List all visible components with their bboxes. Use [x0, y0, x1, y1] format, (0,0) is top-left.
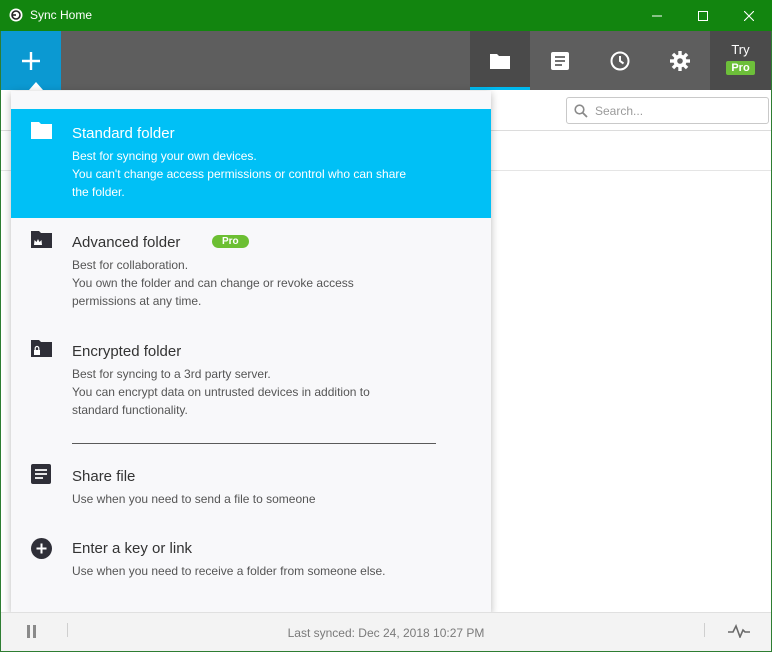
description-line: the folder. — [72, 185, 125, 199]
title-bar: Sync Home — [0, 0, 772, 31]
try-pro-button[interactable]: Try Pro — [710, 31, 771, 90]
tab-folders[interactable] — [470, 31, 530, 90]
menu-item-share-file[interactable]: Share file Use when you need to send a f… — [11, 453, 491, 525]
menu-item-title: Standard folder — [72, 125, 175, 142]
add-menu: Standard folder Best for syncing your ow… — [11, 91, 491, 613]
clock-icon — [610, 51, 630, 70]
description-line: Best for collaboration. — [72, 258, 189, 272]
menu-item-title: Enter a key or link — [72, 540, 193, 557]
status-bar: Last synced: Dec 24, 2018 10:27 PM — [1, 612, 771, 651]
document-icon — [31, 464, 51, 484]
description-line: You own the folder and can change or rev… — [72, 276, 354, 290]
gear-icon — [670, 50, 690, 71]
plus-circle-icon — [31, 538, 52, 559]
menu-item-description: Best for syncing your own devices. You c… — [72, 147, 472, 201]
menu-separator — [72, 443, 436, 444]
last-synced-text: Last synced: Dec 24, 2018 10:27 PM — [287, 626, 485, 640]
tab-settings[interactable] — [650, 31, 710, 90]
menu-caret — [29, 82, 43, 90]
menu-item-title: Advanced folder — [72, 234, 181, 251]
document-list-icon — [551, 51, 569, 70]
menu-item-description: Best for collaboration. You own the fold… — [72, 256, 472, 310]
description-line: Best for syncing to a 3rd party server. — [72, 367, 271, 381]
search-input[interactable] — [595, 102, 765, 120]
minimize-icon — [652, 15, 662, 16]
menu-item-description: Use when you need to send a file to some… — [72, 490, 472, 508]
activity-pulse-icon[interactable] — [728, 624, 750, 638]
plus-icon — [22, 51, 40, 70]
menu-item-title: Encrypted folder — [72, 343, 182, 360]
folder-icon — [31, 122, 52, 139]
maximize-icon — [698, 10, 708, 21]
menu-item-enter-key[interactable]: Enter a key or link Use when you need to… — [11, 527, 491, 599]
description-line: Use when you need to send a file to some… — [72, 492, 316, 506]
menu-item-standard-folder[interactable]: Standard folder Best for syncing your ow… — [11, 109, 491, 218]
menu-item-encrypted-folder[interactable]: Encrypted folder Best for syncing to a 3… — [11, 327, 491, 436]
description-line: Use when you need to receive a folder fr… — [72, 564, 386, 578]
description-line: permissions at any time. — [72, 294, 202, 308]
tab-activity[interactable] — [590, 31, 650, 90]
minimize-button[interactable] — [634, 0, 680, 31]
sync-app-icon — [9, 8, 23, 22]
close-button[interactable] — [726, 0, 772, 31]
pro-badge: Pro — [212, 235, 249, 248]
crown-folder-icon — [31, 231, 52, 248]
tab-history[interactable] — [530, 31, 590, 90]
description-line: You can encrypt data on untrusted device… — [72, 385, 370, 399]
description-line: standard functionality. — [72, 403, 188, 417]
menu-item-description: Best for syncing to a 3rd party server. … — [72, 365, 472, 419]
close-icon — [744, 10, 754, 21]
description-line: Best for syncing your own devices. — [72, 149, 257, 163]
status-divider — [704, 623, 705, 637]
search-icon — [574, 104, 588, 118]
menu-item-description: Use when you need to receive a folder fr… — [72, 562, 472, 580]
menu-item-advanced-folder[interactable]: Advanced folder Pro Best for collaborati… — [11, 218, 491, 327]
description-line: You can't change access permissions or c… — [72, 167, 407, 181]
main-toolbar: Try Pro — [1, 31, 771, 90]
window-title: Sync Home — [30, 8, 93, 22]
lock-folder-icon — [31, 340, 52, 357]
folder-icon — [490, 53, 510, 69]
search-box[interactable] — [566, 97, 769, 124]
pro-label: Pro — [726, 61, 755, 75]
menu-item-title: Share file — [72, 468, 136, 485]
try-label: Try — [731, 42, 750, 57]
maximize-button[interactable] — [680, 0, 726, 31]
